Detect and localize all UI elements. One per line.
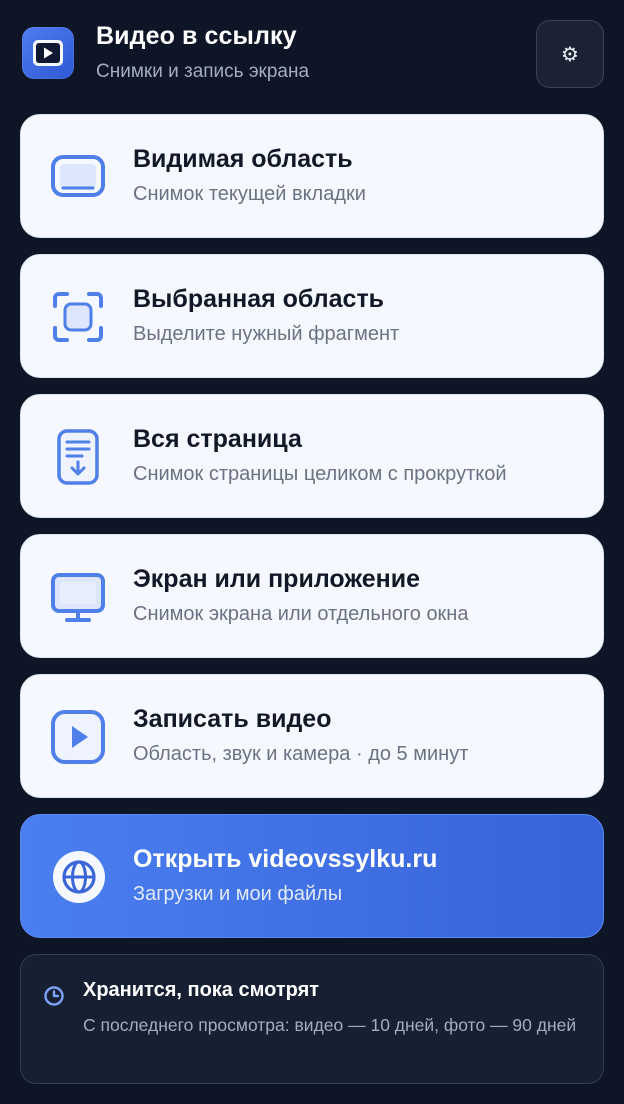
open-site-subtitle: Загрузки и мои файлы bbox=[133, 883, 343, 905]
selection-icon bbox=[53, 292, 103, 342]
globe-icon-badge bbox=[53, 851, 105, 903]
action-subtitle: Выделите нужный фрагмент bbox=[133, 323, 400, 345]
play-icon bbox=[51, 710, 105, 764]
visible-area-icon bbox=[51, 155, 105, 197]
action-subtitle: Снимок текущей вкладки bbox=[133, 183, 366, 205]
open-site-title: Открыть videovssylku.ru bbox=[133, 845, 438, 873]
storage-info: Хранится, пока смотрят С последнего прос… bbox=[20, 954, 604, 1084]
app-title: Видео в ссылку bbox=[96, 22, 297, 50]
visible-area-button[interactable]: Видимая область Снимок текущей вкладки bbox=[20, 114, 604, 238]
action-title: Выбранная область bbox=[133, 285, 385, 313]
header: Видео в ссылку Снимки и запись экрана ⚙ bbox=[22, 20, 604, 88]
action-title: Видимая область bbox=[133, 145, 353, 173]
monitor-icon bbox=[51, 573, 105, 622]
full-page-button[interactable]: Вся страница Снимок страницы целиком с п… bbox=[20, 394, 604, 518]
globe-icon bbox=[62, 860, 96, 894]
action-subtitle: Снимок страницы целиком с прокруткой bbox=[133, 463, 507, 485]
open-site-button[interactable]: Открыть videovssylku.ru Загрузки и мои ф… bbox=[20, 814, 604, 938]
gear-icon: ⚙ bbox=[561, 43, 579, 66]
action-title: Записать видео bbox=[133, 705, 332, 733]
action-title: Экран или приложение bbox=[133, 565, 420, 593]
extension-popup: Видео в ссылку Снимки и запись экрана ⚙ … bbox=[0, 0, 624, 1104]
clock-icon bbox=[44, 986, 64, 1006]
settings-button[interactable]: ⚙ bbox=[536, 20, 604, 88]
action-title: Вся страница bbox=[133, 425, 302, 453]
record-video-button[interactable]: Записать видео Область, звук и камера · … bbox=[20, 674, 604, 798]
action-subtitle: Область, звук и камера · до 5 минут bbox=[133, 743, 469, 765]
app-logo bbox=[22, 27, 74, 79]
action-subtitle: Снимок экрана или отдельного окна bbox=[133, 603, 469, 625]
full-page-icon bbox=[57, 429, 99, 485]
app-subtitle: Снимки и запись экрана bbox=[96, 61, 310, 82]
selected-area-button[interactable]: Выбранная область Выделите нужный фрагме… bbox=[20, 254, 604, 378]
screen-or-app-button[interactable]: Экран или приложение Снимок экрана или о… bbox=[20, 534, 604, 658]
info-title: Хранится, пока смотрят bbox=[83, 979, 320, 1001]
info-text: С последнего просмотра: видео — 10 дней,… bbox=[83, 1015, 577, 1035]
